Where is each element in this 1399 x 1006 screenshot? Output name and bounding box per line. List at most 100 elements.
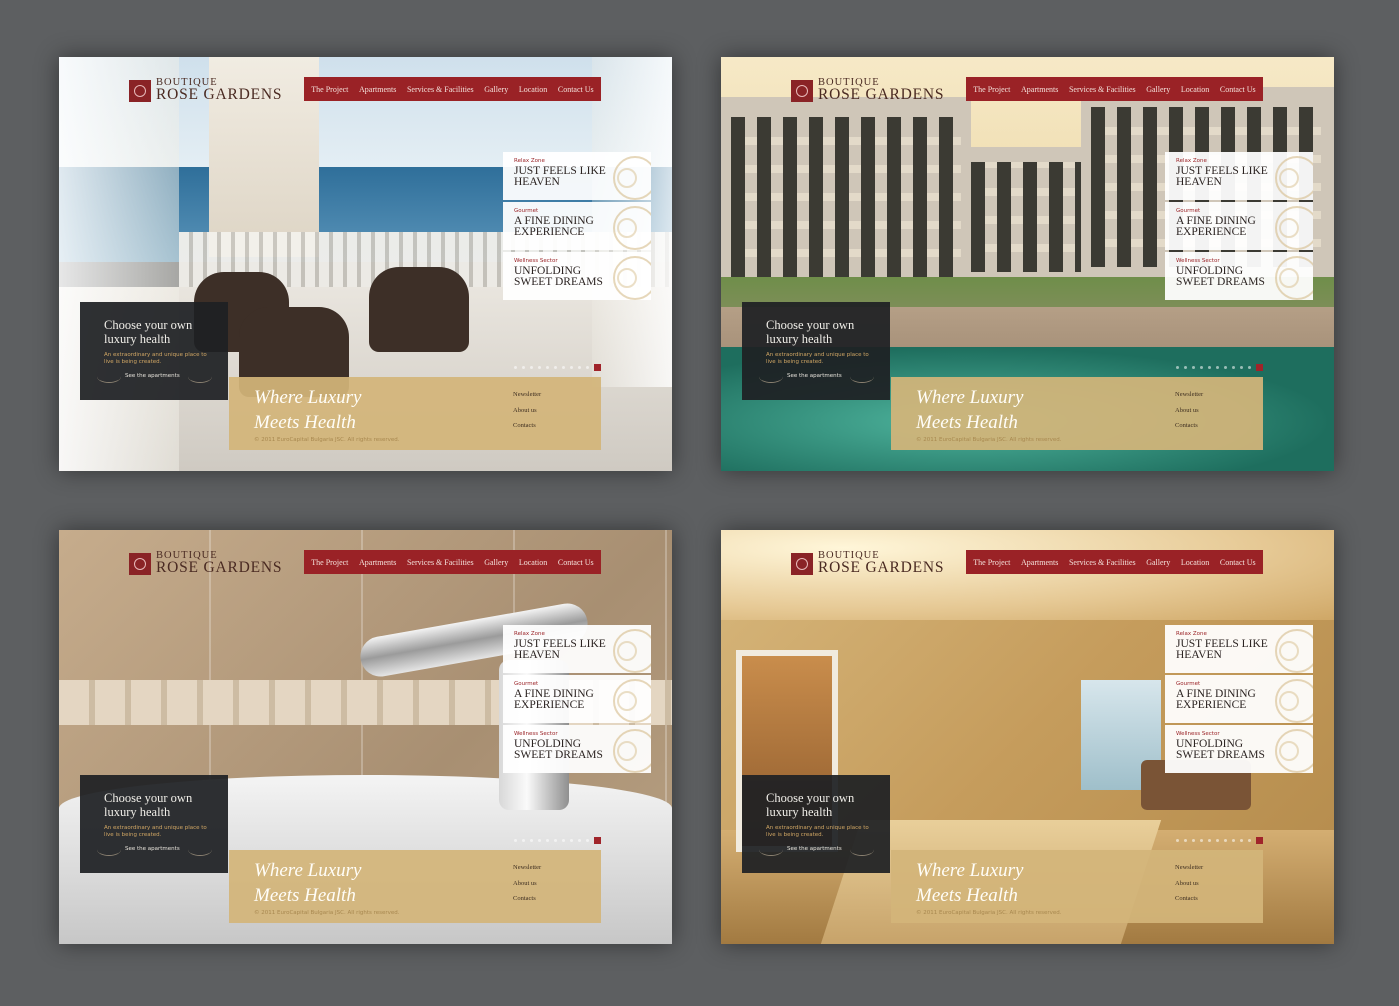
- nav-item-gallery[interactable]: Gallery: [484, 85, 508, 94]
- slide-marker-icon[interactable]: [1256, 837, 1263, 844]
- promo-box: Choose your own luxury health An extraor…: [742, 302, 890, 400]
- promo-box: Choose your own luxury health An extraor…: [80, 775, 228, 873]
- feature-category: Gourmet: [514, 208, 539, 214]
- slide-marker-icon[interactable]: [594, 364, 601, 371]
- slogan-line-1: Where Luxury: [254, 387, 362, 408]
- feature-category: Wellness Sector: [1176, 731, 1220, 737]
- about-us-link[interactable]: About us: [513, 880, 541, 887]
- nav-item-apartments[interactable]: Apartments: [1021, 558, 1058, 567]
- feature-card-relax-zone[interactable]: Relax Zone JUST FEELS LIKE HEAVEN: [503, 152, 651, 200]
- feature-title: JUST FEELS LIKE HEAVEN: [514, 165, 606, 188]
- logo-emblem-icon: [791, 80, 813, 102]
- swirl-ornament-icon: [1279, 691, 1299, 711]
- feature-card-gourmet[interactable]: Gourmet A FINE DINING EXPERIENCE: [503, 675, 651, 723]
- footer-band: Where Luxury Meets Health © 2011 EuroCap…: [229, 850, 601, 923]
- ornament-flourish-icon: [188, 843, 212, 856]
- newsletter-link[interactable]: Newsletter: [513, 864, 541, 871]
- ornament-flourish-icon: [850, 843, 874, 856]
- feature-title: UNFOLDING SWEET DREAMS: [514, 265, 603, 288]
- feature-category: Relax Zone: [1176, 158, 1207, 164]
- copyright-text: © 2011 EuroCapital Bulgaria JSC. All rig…: [254, 910, 400, 916]
- nav-item-contact-us[interactable]: Contact Us: [558, 558, 594, 567]
- main-navigation: The Project Apartments Services & Facili…: [966, 550, 1263, 574]
- slogan-line-2: Meets Health: [254, 885, 356, 906]
- see-apartments-link[interactable]: See the apartments: [787, 846, 842, 852]
- feature-card-wellness-sector[interactable]: Wellness Sector UNFOLDING SWEET DREAMS: [503, 252, 651, 300]
- slogan-line-2: Meets Health: [916, 885, 1018, 906]
- nav-item-services-facilities[interactable]: Services & Facilities: [407, 85, 474, 94]
- nav-item-apartments[interactable]: Apartments: [359, 85, 396, 94]
- nav-item-services-facilities[interactable]: Services & Facilities: [1069, 85, 1136, 94]
- nav-item-gallery[interactable]: Gallery: [484, 558, 508, 567]
- copyright-text: © 2011 EuroCapital Bulgaria JSC. All rig…: [916, 910, 1062, 916]
- swirl-ornament-icon: [1279, 268, 1299, 288]
- nav-item-the-project[interactable]: The Project: [311, 85, 348, 94]
- mockup-bathroom: BOUTIQUE ROSE GARDENS The Project Apartm…: [59, 530, 672, 944]
- footer-links: Newsletter About us Contacts: [1175, 864, 1203, 911]
- nav-item-location[interactable]: Location: [519, 85, 547, 94]
- swirl-ornament-icon: [617, 218, 637, 238]
- feature-card-relax-zone[interactable]: Relax Zone JUST FEELS LIKE HEAVEN: [1165, 625, 1313, 673]
- feature-category: Relax Zone: [1176, 631, 1207, 637]
- contacts-link[interactable]: Contacts: [513, 422, 541, 429]
- swirl-ornament-icon: [617, 741, 637, 761]
- see-apartments-link[interactable]: See the apartments: [125, 846, 180, 852]
- slide-marker-icon[interactable]: [1256, 364, 1263, 371]
- contacts-link[interactable]: Contacts: [513, 895, 541, 902]
- contacts-link[interactable]: Contacts: [1175, 895, 1203, 902]
- nav-item-location[interactable]: Location: [1181, 558, 1209, 567]
- about-us-link[interactable]: About us: [1175, 407, 1203, 414]
- feature-category: Gourmet: [1176, 681, 1201, 687]
- nav-item-the-project[interactable]: The Project: [311, 558, 348, 567]
- ornament-flourish-icon: [759, 370, 783, 383]
- feature-card-wellness-sector[interactable]: Wellness Sector UNFOLDING SWEET DREAMS: [503, 725, 651, 773]
- ornament-flourish-icon: [759, 843, 783, 856]
- nav-item-services-facilities[interactable]: Services & Facilities: [407, 558, 474, 567]
- feature-title: JUST FEELS LIKE HEAVEN: [1176, 165, 1268, 188]
- nav-item-apartments[interactable]: Apartments: [1021, 85, 1058, 94]
- footer-links: Newsletter About us Contacts: [1175, 391, 1203, 438]
- feature-card-relax-zone[interactable]: Relax Zone JUST FEELS LIKE HEAVEN: [503, 625, 651, 673]
- feature-title: UNFOLDING SWEET DREAMS: [514, 738, 603, 761]
- nav-item-gallery[interactable]: Gallery: [1146, 85, 1170, 94]
- ornament-flourish-icon: [188, 370, 212, 383]
- feature-card-relax-zone[interactable]: Relax Zone JUST FEELS LIKE HEAVEN: [1165, 152, 1313, 200]
- logo-title: ROSE GARDENS: [818, 86, 945, 103]
- nav-item-gallery[interactable]: Gallery: [1146, 558, 1170, 567]
- nav-item-location[interactable]: Location: [1181, 85, 1209, 94]
- nav-item-the-project[interactable]: The Project: [973, 558, 1010, 567]
- feature-category: Relax Zone: [514, 158, 545, 164]
- see-apartments-link[interactable]: See the apartments: [787, 373, 842, 379]
- slogan-line-1: Where Luxury: [916, 387, 1024, 408]
- nav-item-contact-us[interactable]: Contact Us: [1220, 558, 1256, 567]
- feature-title: JUST FEELS LIKE HEAVEN: [514, 638, 606, 661]
- promo-subtext: An extraordinary and unique place to liv…: [766, 825, 869, 838]
- feature-card-gourmet[interactable]: Gourmet A FINE DINING EXPERIENCE: [1165, 675, 1313, 723]
- feature-card-wellness-sector[interactable]: Wellness Sector UNFOLDING SWEET DREAMS: [1165, 252, 1313, 300]
- about-us-link[interactable]: About us: [513, 407, 541, 414]
- slide-dots: [514, 366, 597, 369]
- slogan-line-2: Meets Health: [254, 412, 356, 433]
- about-us-link[interactable]: About us: [1175, 880, 1203, 887]
- nav-item-contact-us[interactable]: Contact Us: [558, 85, 594, 94]
- nav-item-contact-us[interactable]: Contact Us: [1220, 85, 1256, 94]
- feature-title: A FINE DINING EXPERIENCE: [1176, 215, 1256, 238]
- feature-card-wellness-sector[interactable]: Wellness Sector UNFOLDING SWEET DREAMS: [1165, 725, 1313, 773]
- feature-card-gourmet[interactable]: Gourmet A FINE DINING EXPERIENCE: [503, 202, 651, 250]
- nav-item-the-project[interactable]: The Project: [973, 85, 1010, 94]
- newsletter-link[interactable]: Newsletter: [513, 391, 541, 398]
- promo-subtext: An extraordinary and unique place to liv…: [766, 352, 869, 365]
- nav-item-location[interactable]: Location: [519, 558, 547, 567]
- newsletter-link[interactable]: Newsletter: [1175, 391, 1203, 398]
- swirl-ornament-icon: [1279, 641, 1299, 661]
- nav-item-apartments[interactable]: Apartments: [359, 558, 396, 567]
- slide-marker-icon[interactable]: [594, 837, 601, 844]
- nav-item-services-facilities[interactable]: Services & Facilities: [1069, 558, 1136, 567]
- slide-dots: [1176, 366, 1259, 369]
- feature-card-gourmet[interactable]: Gourmet A FINE DINING EXPERIENCE: [1165, 202, 1313, 250]
- promo-box: Choose your own luxury health An extraor…: [80, 302, 228, 400]
- see-apartments-link[interactable]: See the apartments: [125, 373, 180, 379]
- contacts-link[interactable]: Contacts: [1175, 422, 1203, 429]
- newsletter-link[interactable]: Newsletter: [1175, 864, 1203, 871]
- logo-title: ROSE GARDENS: [156, 559, 283, 576]
